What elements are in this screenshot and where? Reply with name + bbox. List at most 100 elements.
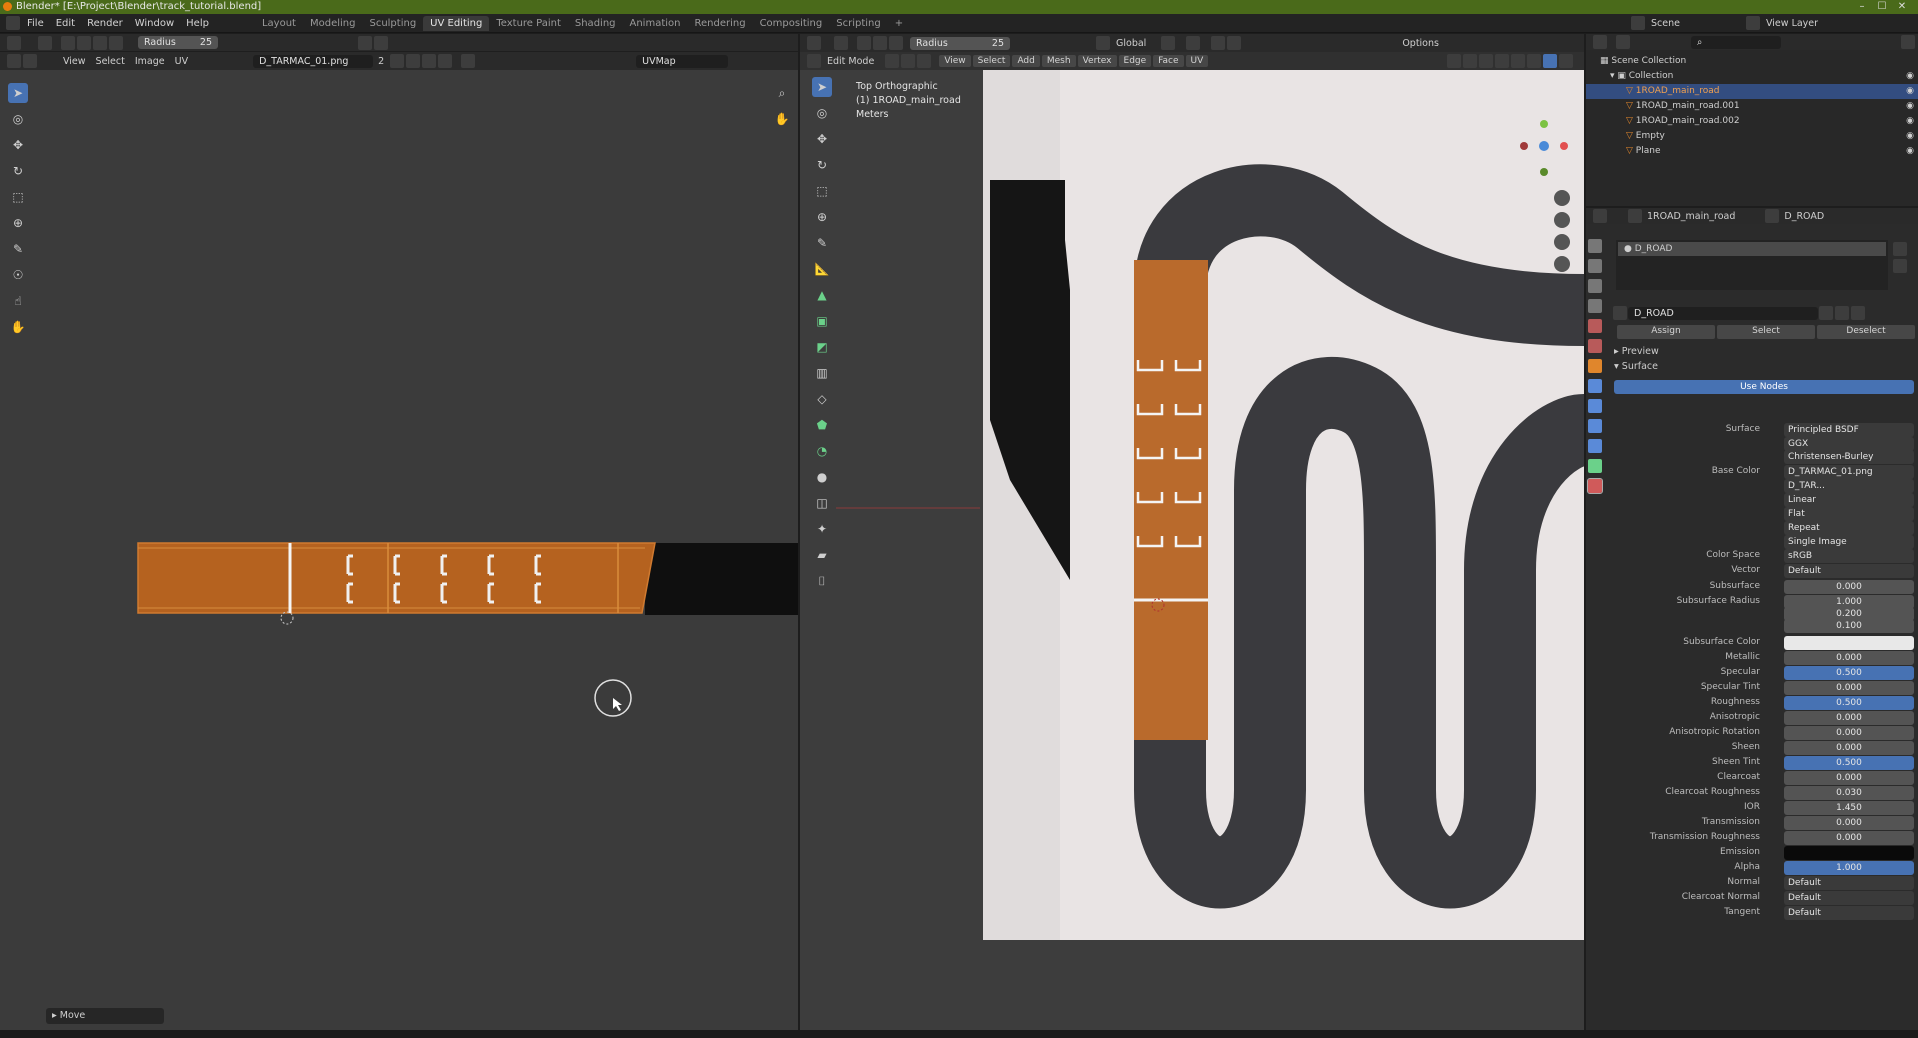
fake-user-icon[interactable] [1819, 306, 1833, 320]
new-image-icon[interactable] [406, 54, 421, 68]
eye-icon[interactable]: ◉ [1906, 84, 1914, 99]
property-value-field[interactable]: 0.000 [1784, 741, 1914, 755]
tab-shading[interactable]: Shading [568, 16, 623, 31]
property-value-field[interactable]: Default [1784, 906, 1914, 920]
outliner-item[interactable]: ▽ Plane ◉ [1586, 144, 1918, 159]
tool-settings-icon[interactable] [38, 35, 52, 50]
tab-uv-editing[interactable]: UV Editing [423, 15, 490, 31]
viewport-menu-uv[interactable]: UV [1185, 55, 1209, 67]
face-mode-icon[interactable] [917, 54, 932, 68]
edge-mode-icon[interactable] [901, 54, 916, 68]
tab-rendering[interactable]: Rendering [687, 16, 752, 31]
filter-icon[interactable] [1901, 35, 1915, 49]
material-shading-icon[interactable] [1543, 54, 1557, 68]
menu-edit[interactable]: Edit [50, 18, 81, 29]
property-value-field[interactable]: Default [1784, 891, 1914, 905]
pan-icon[interactable] [1554, 212, 1570, 228]
property-value-field[interactable]: Default [1784, 564, 1914, 578]
viewport-canvas[interactable] [800, 70, 1584, 1038]
face-select-icon[interactable] [889, 36, 903, 50]
z-axis-gizmo-icon[interactable] [1539, 141, 1549, 151]
viewport-menu-select[interactable]: Select [972, 55, 1011, 67]
property-value-field[interactable] [1784, 846, 1914, 860]
data-tab-icon[interactable] [1588, 459, 1602, 473]
snap-icon[interactable] [358, 35, 372, 50]
uvmap-selector[interactable]: UVMap [636, 54, 729, 68]
wireframe-shading-icon[interactable] [1511, 54, 1525, 68]
vertex-select-icon[interactable] [857, 36, 871, 50]
collection-row[interactable]: ▾ ▣ Collection ◉ [1586, 69, 1918, 84]
uv-editor[interactable]: Radius 25 View Select Image UV D_TARMAC_01.… [0, 34, 798, 1038]
material-slot-list[interactable]: ● D_ROAD [1616, 240, 1888, 290]
view-layer-selector[interactable]: View Layer [1766, 18, 1818, 29]
eye-icon[interactable]: ◉ [1906, 144, 1914, 159]
viewport-menu-face[interactable]: Face [1153, 55, 1184, 67]
uv-2d-cursor-icon[interactable] [280, 611, 294, 625]
material-slot-item[interactable]: ● D_ROAD [1618, 242, 1886, 256]
property-value-field[interactable]: 0.500 [1784, 696, 1914, 710]
property-value-field[interactable]: Linear [1784, 493, 1914, 507]
property-value-field[interactable]: 0.000 [1784, 580, 1914, 594]
scene-selector[interactable]: Scene [1651, 18, 1731, 29]
property-value-field[interactable]: 0.500 [1784, 666, 1914, 680]
uv-sticky-icon[interactable] [23, 54, 37, 68]
uv-menu-select[interactable]: Select [96, 56, 125, 67]
tab-compositing[interactable]: Compositing [753, 16, 830, 31]
menu-help[interactable]: Help [180, 18, 215, 29]
remove-slot-icon[interactable] [1893, 259, 1907, 273]
editor-type-icon[interactable] [6, 16, 20, 30]
image-selector[interactable]: D_TARMAC_01.png [253, 54, 374, 68]
viewport-menu-edge[interactable]: Edge [1118, 55, 1152, 67]
close-button[interactable]: ✕ [1882, 0, 1918, 14]
outliner-search-input[interactable]: ⌕ [1691, 35, 1781, 49]
property-value-field[interactable]: 0.500 [1784, 756, 1914, 770]
uv-menu-uv[interactable]: UV [175, 56, 188, 67]
property-value-field[interactable]: 0.000 [1784, 711, 1914, 725]
property-value-field[interactable]: 0.000 [1784, 816, 1914, 830]
uv-canvas[interactable] [0, 78, 798, 1038]
constraints-tab-icon[interactable] [1588, 439, 1602, 453]
menu-render[interactable]: Render [81, 18, 129, 29]
material-browse-icon[interactable] [1613, 306, 1627, 320]
uv-select-mode-icon[interactable] [7, 54, 21, 68]
preview-panel-header[interactable]: ▸ Preview [1614, 346, 1659, 357]
duplicate-material-icon[interactable] [1835, 306, 1849, 320]
add-slot-icon[interactable] [1893, 242, 1907, 256]
tab-sculpting[interactable]: Sculpting [362, 16, 423, 31]
3d-viewport[interactable]: Radius 25 Global Options Edit Mode View S… [800, 34, 1584, 1038]
vertex-mode-icon[interactable] [885, 54, 900, 68]
property-value-field[interactable]: GGX [1784, 437, 1914, 451]
property-value-field[interactable]: Flat [1784, 507, 1914, 521]
outliner-item[interactable]: ▽ Empty ◉ [1586, 129, 1918, 144]
property-value-field[interactable]: Principled BSDF [1784, 423, 1914, 437]
snap-icon[interactable] [1186, 36, 1201, 50]
fake-user-icon[interactable] [390, 54, 405, 68]
object-tab-icon[interactable] [1588, 359, 1602, 373]
scene-tab-icon[interactable] [1588, 319, 1602, 333]
edge-select-icon[interactable] [93, 35, 107, 50]
falloff-icon[interactable] [1227, 36, 1242, 50]
property-value-field[interactable]: Default [1784, 876, 1914, 890]
modifier-tab-icon[interactable] [1588, 379, 1602, 393]
tab-modeling[interactable]: Modeling [303, 16, 363, 31]
proportional-icon[interactable] [374, 35, 388, 50]
world-tab-icon[interactable] [1588, 339, 1602, 353]
unlink-material-icon[interactable] [1851, 306, 1865, 320]
tool-settings-icon[interactable] [834, 36, 848, 50]
uv-menu-image[interactable]: Image [135, 56, 165, 67]
property-value-field[interactable]: Christensen-Burley [1784, 450, 1914, 464]
scene-collection-row[interactable]: ▦ Scene Collection [1586, 54, 1918, 69]
eye-icon[interactable]: ◉ [1906, 114, 1914, 129]
mode-selector[interactable]: Edit Mode [827, 56, 874, 67]
orientation-selector[interactable]: Global [1116, 38, 1146, 49]
menu-file[interactable]: File [21, 18, 50, 29]
properties-editor[interactable]: 1ROAD_main_road D_ROAD ● D_ROAD D_ROAD A [1586, 208, 1918, 1038]
view-layer-tab-icon[interactable] [1588, 299, 1602, 313]
outliner-item[interactable]: ▽ 1ROAD_main_road.001 ◉ [1586, 99, 1918, 114]
property-value-field[interactable]: 0.000 [1784, 831, 1914, 845]
tab-scripting[interactable]: Scripting [829, 16, 887, 31]
vertex-select-icon[interactable] [77, 35, 91, 50]
property-value-field[interactable]: sRGB [1784, 549, 1914, 563]
unlink-image-icon[interactable] [438, 54, 453, 68]
last-operator-panel[interactable]: ▸ Move [46, 1008, 164, 1024]
